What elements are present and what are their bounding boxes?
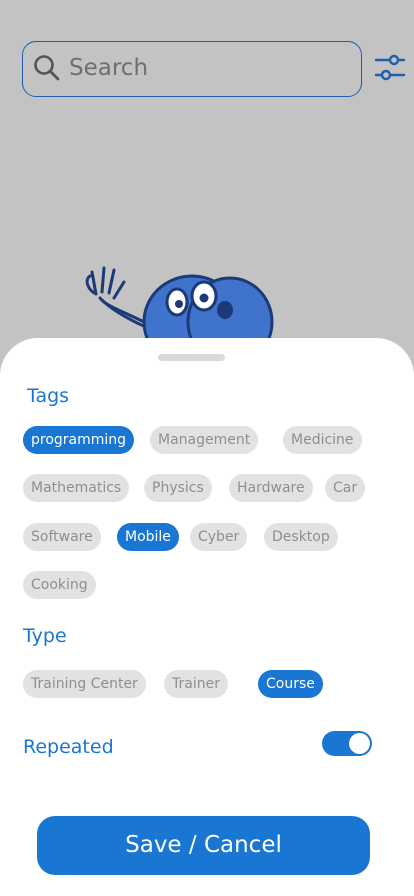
tag-chip-software[interactable]: Software (23, 523, 101, 551)
tag-chip-cyber[interactable]: Cyber (190, 523, 248, 551)
search-icon (34, 55, 60, 81)
tag-chip-desktop[interactable]: Desktop (264, 523, 338, 551)
type-chip-training-center[interactable]: Training Center (23, 670, 146, 698)
repeated-toggle[interactable] (322, 731, 372, 756)
repeated-label: Repeated (23, 736, 114, 758)
tag-chip-management[interactable]: Management (150, 426, 259, 454)
tag-chip-mobile[interactable]: Mobile (117, 523, 179, 551)
tags-title: Tags (27, 385, 70, 407)
save-cancel-button[interactable]: Save / Cancel (37, 816, 370, 875)
screen: Search Tags programming Management Medic… (0, 0, 414, 896)
drag-handle[interactable] (158, 354, 225, 361)
tag-chip-medicine[interactable]: Medicine (283, 426, 362, 454)
filter-sheet: Tags programming Management Medicine Mat… (0, 338, 414, 896)
type-chip-trainer[interactable]: Trainer (164, 670, 228, 698)
tag-chip-cooking[interactable]: Cooking (23, 571, 96, 599)
type-title: Type (23, 625, 67, 647)
type-chip-course[interactable]: Course (258, 670, 323, 698)
search-placeholder: Search (69, 55, 149, 81)
tag-chip-mathematics[interactable]: Mathematics (23, 474, 130, 502)
search-input[interactable]: Search (22, 41, 362, 97)
toggle-knob (349, 733, 370, 754)
filter-icon[interactable] (374, 53, 406, 83)
tag-chip-hardware[interactable]: Hardware (229, 474, 313, 502)
tag-chip-physics[interactable]: Physics (144, 474, 212, 502)
tag-chip-car[interactable]: Car (325, 474, 366, 502)
tag-chip-programming[interactable]: programming (23, 426, 135, 454)
